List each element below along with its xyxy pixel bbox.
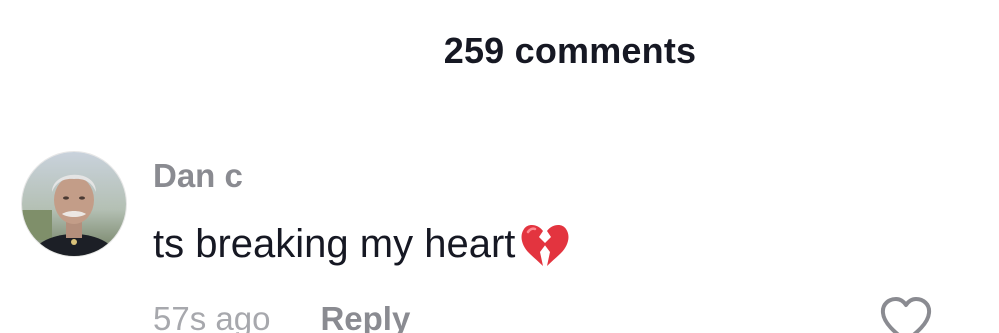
- avatar-photo: [22, 152, 126, 256]
- heart-outline-icon[interactable]: [878, 295, 934, 333]
- comment-username[interactable]: Dan c: [153, 157, 243, 195]
- avatar[interactable]: [22, 152, 126, 256]
- comment-text-row: ts breaking my heart: [153, 220, 571, 268]
- reply-button[interactable]: Reply: [320, 300, 410, 333]
- comment-meta: 57s ago Reply: [153, 300, 410, 333]
- comment-count-title: 259 comments: [443, 30, 697, 71]
- comment-timestamp: 57s ago: [153, 300, 271, 333]
- comment-text: ts breaking my heart: [153, 221, 516, 266]
- comments-panel: 259 comments Dan c ts breaking my heart …: [0, 0, 999, 333]
- broken-heart-icon: [519, 222, 571, 270]
- comment-item: Dan c ts breaking my heart 57s ago Reply: [0, 150, 999, 333]
